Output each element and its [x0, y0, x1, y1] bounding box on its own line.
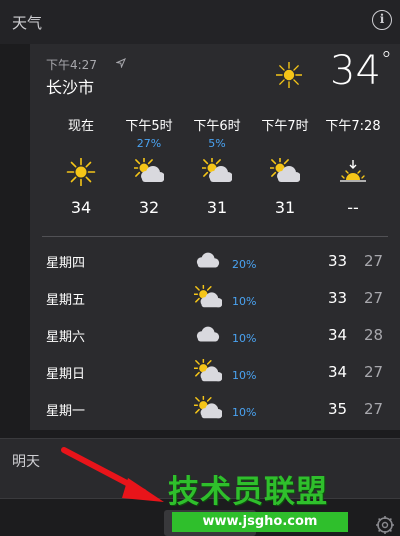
hour-precip-chance	[252, 136, 318, 152]
location-arrow-icon	[116, 58, 126, 68]
sun-icon	[276, 62, 302, 88]
sun-cloud-icon	[194, 359, 222, 382]
daily-row: 星期日 10% 34 27	[30, 355, 400, 391]
sun-cloud-icon	[194, 285, 222, 308]
local-time: 下午4:27	[46, 58, 97, 72]
day-low-temperature: 28	[364, 326, 384, 344]
cloud-icon	[196, 326, 220, 342]
day-name: 星期四	[46, 256, 86, 271]
watermark-url: www.jsgho.com	[172, 512, 348, 532]
day-name: 星期一	[46, 404, 86, 419]
hour-label: 下午7时	[261, 119, 309, 134]
sun-icon	[66, 158, 96, 186]
day-high-temperature: 34	[328, 363, 348, 381]
weather-card: 下午4:27 长沙市 34° 现在 34 下午5时 27% 32 下午6时 5% 31 下午7时…	[30, 44, 400, 430]
hour-label: 下午6时	[193, 119, 241, 134]
widget-title: 天气	[12, 14, 43, 32]
day-high-temperature: 33	[328, 289, 348, 307]
daily-row: 星期五 10% 33 27	[30, 281, 400, 317]
tomorrow-label: 明天	[12, 454, 40, 470]
hour-precip-chance	[48, 136, 114, 152]
day-precip-chance: 20%	[232, 258, 257, 271]
day-low-temperature: 27	[364, 363, 384, 381]
day-precip-chance: 10%	[232, 332, 257, 345]
gear-icon[interactable]	[374, 514, 396, 536]
hourly-item: 现在 34	[48, 118, 114, 217]
day-name: 星期五	[46, 293, 86, 308]
hour-label: 下午7:28	[325, 119, 381, 134]
hour-temperature: 32	[138, 198, 160, 217]
hourly-item: 下午7时 31	[252, 118, 318, 217]
day-name: 星期日	[46, 367, 86, 382]
day-precip-chance: 10%	[232, 295, 257, 308]
day-name: 星期六	[46, 330, 86, 345]
day-high-temperature: 35	[328, 400, 348, 418]
sunset-icon	[340, 160, 366, 182]
hour-temperature: --	[347, 198, 359, 217]
hour-label: 下午5时	[125, 119, 173, 134]
sun-cloud-icon	[134, 158, 164, 182]
divider	[42, 236, 388, 237]
daily-row: 星期一 10% 35 27	[30, 392, 400, 428]
hour-temperature: 31	[206, 198, 228, 217]
hour-temperature: 34	[70, 198, 92, 217]
widget-header: 天气 i	[0, 0, 400, 44]
hourly-item: 下午6时 5% 31	[184, 118, 250, 217]
hour-label: 现在	[67, 119, 94, 134]
daily-row: 星期六 10% 34 28	[30, 318, 400, 354]
sun-cloud-icon	[270, 158, 300, 182]
day-precip-chance: 10%	[232, 406, 257, 419]
hourly-item: 下午7:28 --	[320, 118, 386, 217]
hour-precip-chance: 5%	[208, 137, 226, 150]
cloud-icon	[196, 252, 220, 268]
info-icon[interactable]: i	[372, 10, 392, 30]
day-high-temperature: 33	[328, 252, 348, 270]
current-temperature: 34°	[330, 48, 392, 94]
day-low-temperature: 27	[364, 400, 384, 418]
current-temperature-value: 34	[330, 48, 381, 94]
degree-symbol: °	[380, 48, 392, 73]
hour-precip-chance: 27%	[136, 137, 162, 150]
red-arrow-icon	[61, 447, 164, 502]
watermark-logo: 技术员联盟	[168, 474, 328, 510]
day-high-temperature: 34	[328, 326, 348, 344]
hourly-item: 下午5时 27% 32	[116, 118, 182, 217]
daily-row: 星期四 20% 33 27	[30, 244, 400, 280]
sun-cloud-icon	[202, 158, 232, 182]
day-low-temperature: 27	[364, 289, 384, 307]
sun-cloud-icon	[194, 396, 222, 419]
hour-temperature: 31	[274, 198, 296, 217]
city-name: 长沙市	[46, 78, 95, 97]
day-precip-chance: 10%	[232, 369, 257, 382]
day-low-temperature: 27	[364, 252, 384, 270]
hour-precip-chance	[320, 136, 386, 152]
